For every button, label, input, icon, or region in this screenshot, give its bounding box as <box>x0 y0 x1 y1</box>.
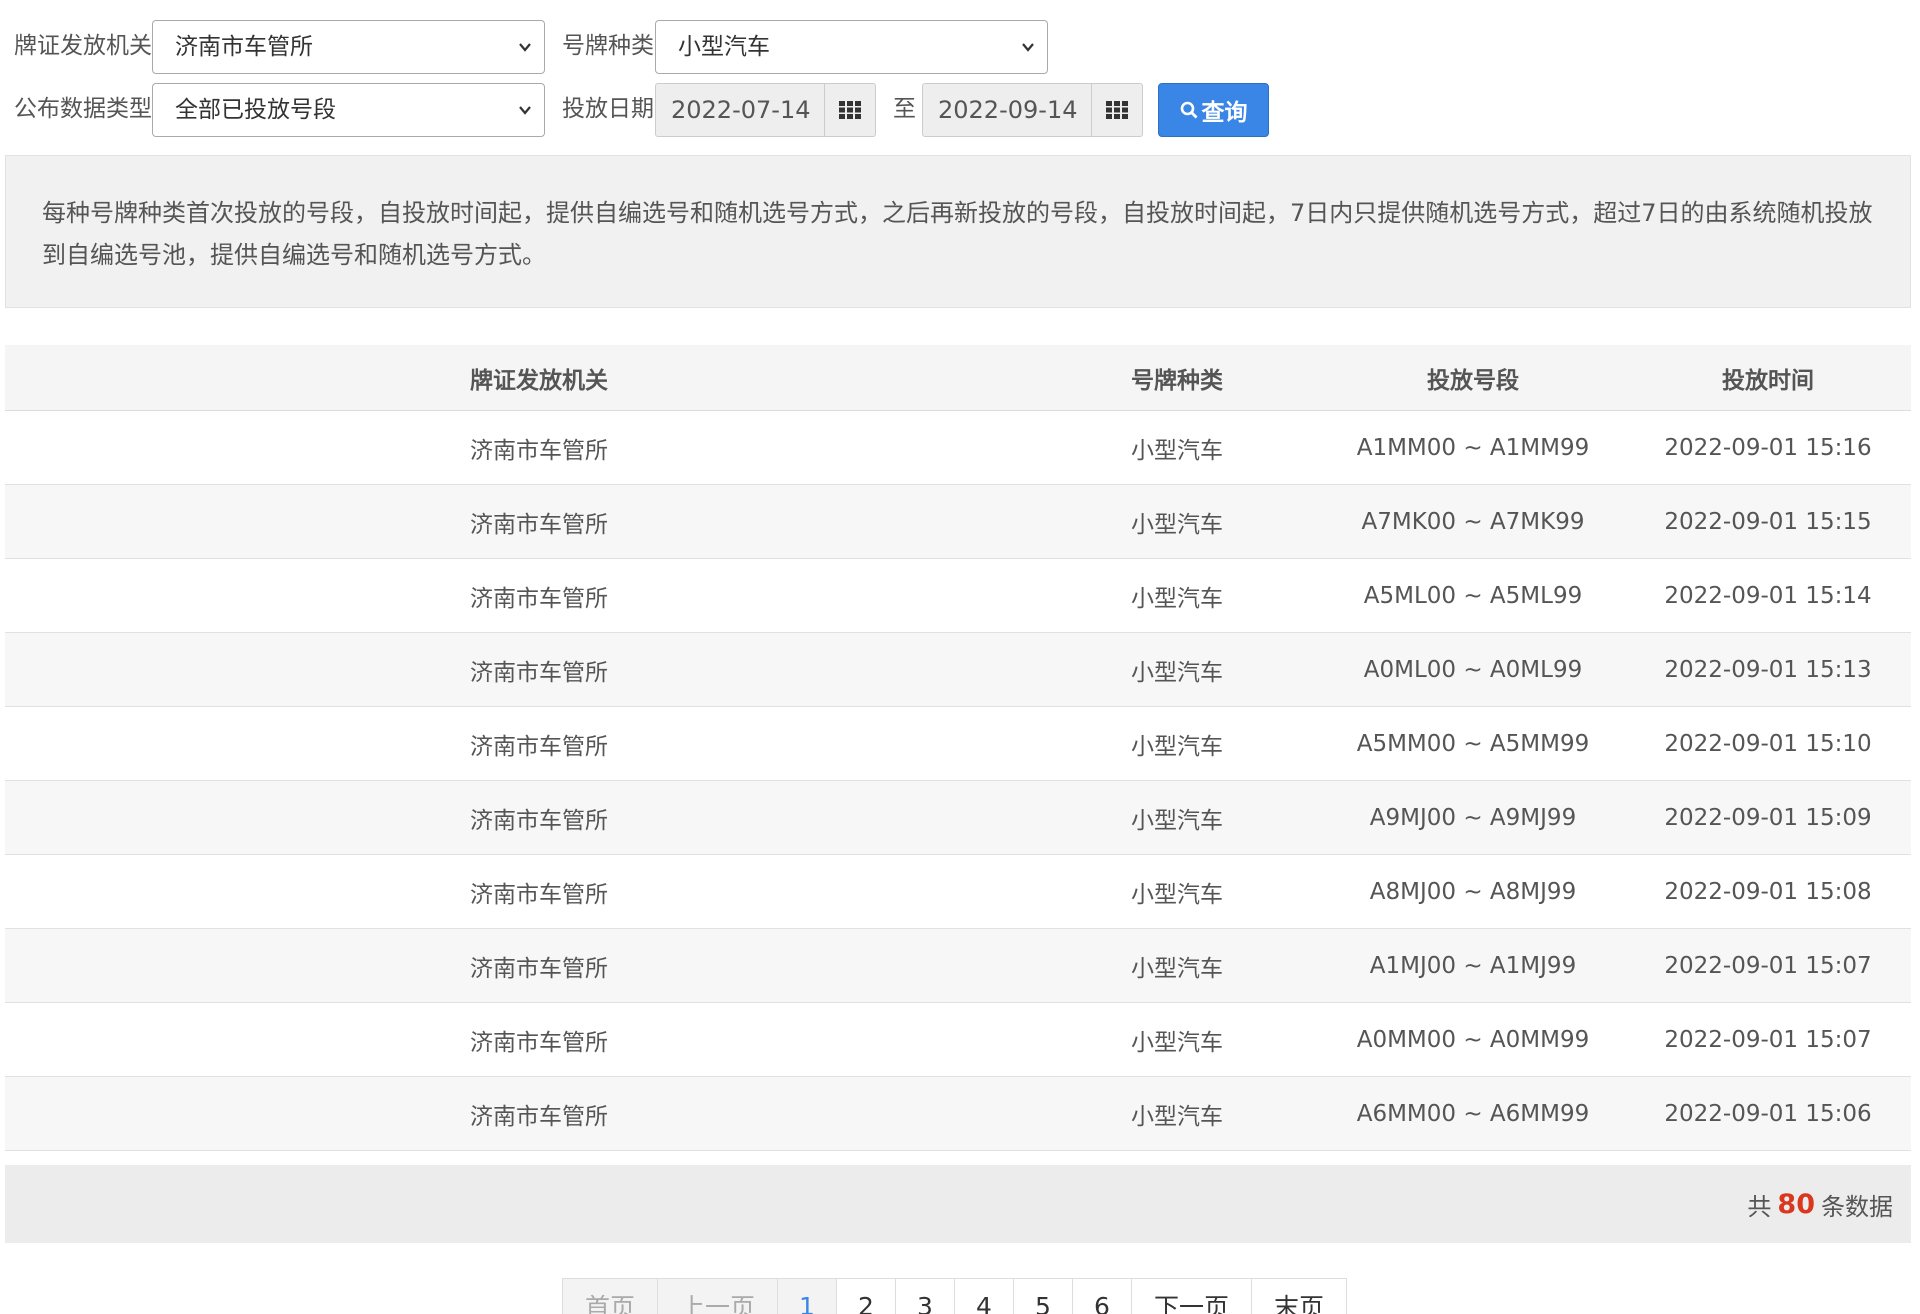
cell-plate-type: 小型汽车 <box>1131 955 1223 982</box>
issuer-select[interactable]: 济南市车管所 <box>152 20 545 74</box>
data-type-label: 公布数据类型 <box>14 96 152 122</box>
table-row: 济南市车管所 小型汽车 A1MJ00 ~ A1MJ99 2022-09-01 15:0… <box>5 929 1911 1003</box>
cell-issuer: 济南市车管所 <box>470 881 608 908</box>
cell-time: 2022-09-01 15:07 <box>1664 952 1872 979</box>
page-6[interactable]: 6 <box>1072 1278 1132 1314</box>
search-icon <box>1180 101 1197 119</box>
cell-plate-type: 小型汽车 <box>1131 659 1223 686</box>
plate-type-select[interactable]: 小型汽车 <box>655 20 1048 74</box>
table-row: 济南市车管所 小型汽车 A0ML00 ~ A0ML99 2022-09-01 15:1… <box>5 633 1911 707</box>
page-first[interactable]: 首页 <box>562 1278 658 1314</box>
date-to-calendar-button[interactable] <box>1092 83 1143 137</box>
query-button[interactable]: 查询 <box>1158 83 1269 137</box>
cell-time: 2022-09-01 15:09 <box>1664 804 1872 831</box>
issuer-select-value: 济南市车管所 <box>175 34 313 60</box>
cell-time: 2022-09-01 15:06 <box>1664 1100 1872 1127</box>
cell-plate-type: 小型汽车 <box>1131 733 1223 760</box>
table-row: 济南市车管所 小型汽车 A9MJ00 ~ A9MJ99 2022-09-01 15:0… <box>5 781 1911 855</box>
cell-segment: A5ML00 ~ A5ML99 <box>1363 582 1583 609</box>
cell-plate-type: 小型汽车 <box>1131 437 1223 464</box>
chevron-down-icon <box>519 106 531 115</box>
cell-plate-type: 小型汽车 <box>1131 1103 1223 1130</box>
cell-time: 2022-09-01 15:08 <box>1664 878 1872 905</box>
summary-count: 80 <box>1777 1188 1815 1220</box>
table-row: 济南市车管所 小型汽车 A6MM00 ~ A6MM99 2022-09-01 15:0… <box>5 1077 1911 1151</box>
summary-suffix: 条数据 <box>1821 1192 1893 1221</box>
table-header: 牌证发放机关 号牌种类 投放号段 投放时间 <box>5 345 1911 411</box>
cell-time: 2022-09-01 15:13 <box>1664 656 1872 683</box>
cell-plate-type: 小型汽车 <box>1131 807 1223 834</box>
header-issuer: 牌证发放机关 <box>470 367 608 394</box>
data-type-select-value: 全部已投放号段 <box>175 97 336 123</box>
table-row: 济南市车管所 小型汽车 A0MM00 ~ A0MM99 2022-09-01 15:0… <box>5 1003 1911 1077</box>
pagination: 首页 上一页 1 2 3 4 5 6 下一页 末页 <box>562 1278 1347 1314</box>
calendar-grid-icon <box>839 101 861 119</box>
data-type-select[interactable]: 全部已投放号段 <box>152 83 545 137</box>
table-row: 济南市车管所 小型汽车 A8MJ00 ~ A8MJ99 2022-09-01 15:0… <box>5 855 1911 929</box>
plate-type-label: 号牌种类 <box>562 33 654 59</box>
page-3[interactable]: 3 <box>895 1278 955 1314</box>
cell-issuer: 济南市车管所 <box>470 733 608 760</box>
query-button-label: 查询 <box>1201 100 1248 126</box>
cell-segment: A0MM00 ~ A0MM99 <box>1356 1026 1590 1053</box>
cell-issuer: 济南市车管所 <box>470 511 608 538</box>
chevron-down-icon <box>1022 43 1034 52</box>
cell-issuer: 济南市车管所 <box>470 585 608 612</box>
cell-segment: A6MM00 ~ A6MM99 <box>1356 1100 1590 1127</box>
header-segment: 投放号段 <box>1427 367 1519 394</box>
cell-issuer: 济南市车管所 <box>470 1029 608 1056</box>
cell-time: 2022-09-01 15:15 <box>1664 508 1872 535</box>
cell-segment: A5MM00 ~ A5MM99 <box>1356 730 1590 757</box>
page-prev[interactable]: 上一页 <box>657 1278 778 1314</box>
date-range-separator: 至 <box>893 96 916 122</box>
date-from-calendar-button[interactable] <box>825 83 876 137</box>
cell-segment: A1MJ00 ~ A1MJ99 <box>1369 952 1577 979</box>
data-table: 牌证发放机关 号牌种类 投放号段 投放时间 济南市车管所 小型汽车 A1MM00 ~… <box>5 345 1911 1151</box>
header-time: 投放时间 <box>1722 367 1814 394</box>
cell-issuer: 济南市车管所 <box>470 659 608 686</box>
cell-plate-type: 小型汽车 <box>1131 1029 1223 1056</box>
page-1[interactable]: 1 <box>777 1278 837 1314</box>
page-next[interactable]: 下一页 <box>1131 1278 1252 1314</box>
cell-segment: A1MM00 ~ A1MM99 <box>1356 434 1590 461</box>
plate-type-select-value: 小型汽车 <box>678 34 770 60</box>
summary-bar: 共 80 条数据 <box>5 1165 1911 1243</box>
cell-issuer: 济南市车管所 <box>470 955 608 982</box>
cell-time: 2022-09-01 15:14 <box>1664 582 1872 609</box>
cell-issuer: 济南市车管所 <box>470 1103 608 1130</box>
cell-time: 2022-09-01 15:16 <box>1664 434 1872 461</box>
table-row: 济南市车管所 小型汽车 A1MM00 ~ A1MM99 2022-09-01 15:1… <box>5 411 1911 485</box>
table-row: 济南市车管所 小型汽车 A5MM00 ~ A5MM99 2022-09-01 15:1… <box>5 707 1911 781</box>
cell-segment: A9MJ00 ~ A9MJ99 <box>1369 804 1577 831</box>
cell-plate-type: 小型汽车 <box>1131 881 1223 908</box>
cell-issuer: 济南市车管所 <box>470 437 608 464</box>
date-from-input[interactable]: 2022-07-14 <box>655 83 825 137</box>
date-to-input[interactable]: 2022-09-14 <box>922 83 1092 137</box>
cell-segment: A8MJ00 ~ A8MJ99 <box>1369 878 1577 905</box>
header-plate-type: 号牌种类 <box>1131 367 1223 394</box>
cell-time: 2022-09-01 15:10 <box>1664 730 1872 757</box>
page-last[interactable]: 末页 <box>1251 1278 1347 1314</box>
page-2[interactable]: 2 <box>836 1278 896 1314</box>
issuer-label: 牌证发放机关 <box>14 33 152 59</box>
calendar-grid-icon <box>1106 101 1128 119</box>
table-row: 济南市车管所 小型汽车 A5ML00 ~ A5ML99 2022-09-01 15:1… <box>5 559 1911 633</box>
table-row: 济南市车管所 小型汽车 A7MK00 ~ A7MK99 2022-09-01 15:1… <box>5 485 1911 559</box>
cell-time: 2022-09-01 15:07 <box>1664 1026 1872 1053</box>
cell-issuer: 济南市车管所 <box>470 807 608 834</box>
notice-box: 每种号牌种类首次投放的号段，自投放时间起，提供自编选号和随机选号方式，之后再新投… <box>5 155 1911 308</box>
cell-plate-type: 小型汽车 <box>1131 585 1223 612</box>
summary-prefix: 共 <box>1747 1192 1772 1221</box>
page-4[interactable]: 4 <box>954 1278 1014 1314</box>
date-label: 投放日期 <box>562 96 654 122</box>
table-body: 济南市车管所 小型汽车 A1MM00 ~ A1MM99 2022-09-01 15:1… <box>5 411 1911 1151</box>
chevron-down-icon <box>519 43 531 52</box>
cell-segment: A0ML00 ~ A0ML99 <box>1363 656 1583 683</box>
cell-plate-type: 小型汽车 <box>1131 511 1223 538</box>
page-5[interactable]: 5 <box>1013 1278 1073 1314</box>
cell-segment: A7MK00 ~ A7MK99 <box>1361 508 1585 535</box>
notice-text: 每种号牌种类首次投放的号段，自投放时间起，提供自编选号和随机选号方式，之后再新投… <box>42 199 1873 269</box>
